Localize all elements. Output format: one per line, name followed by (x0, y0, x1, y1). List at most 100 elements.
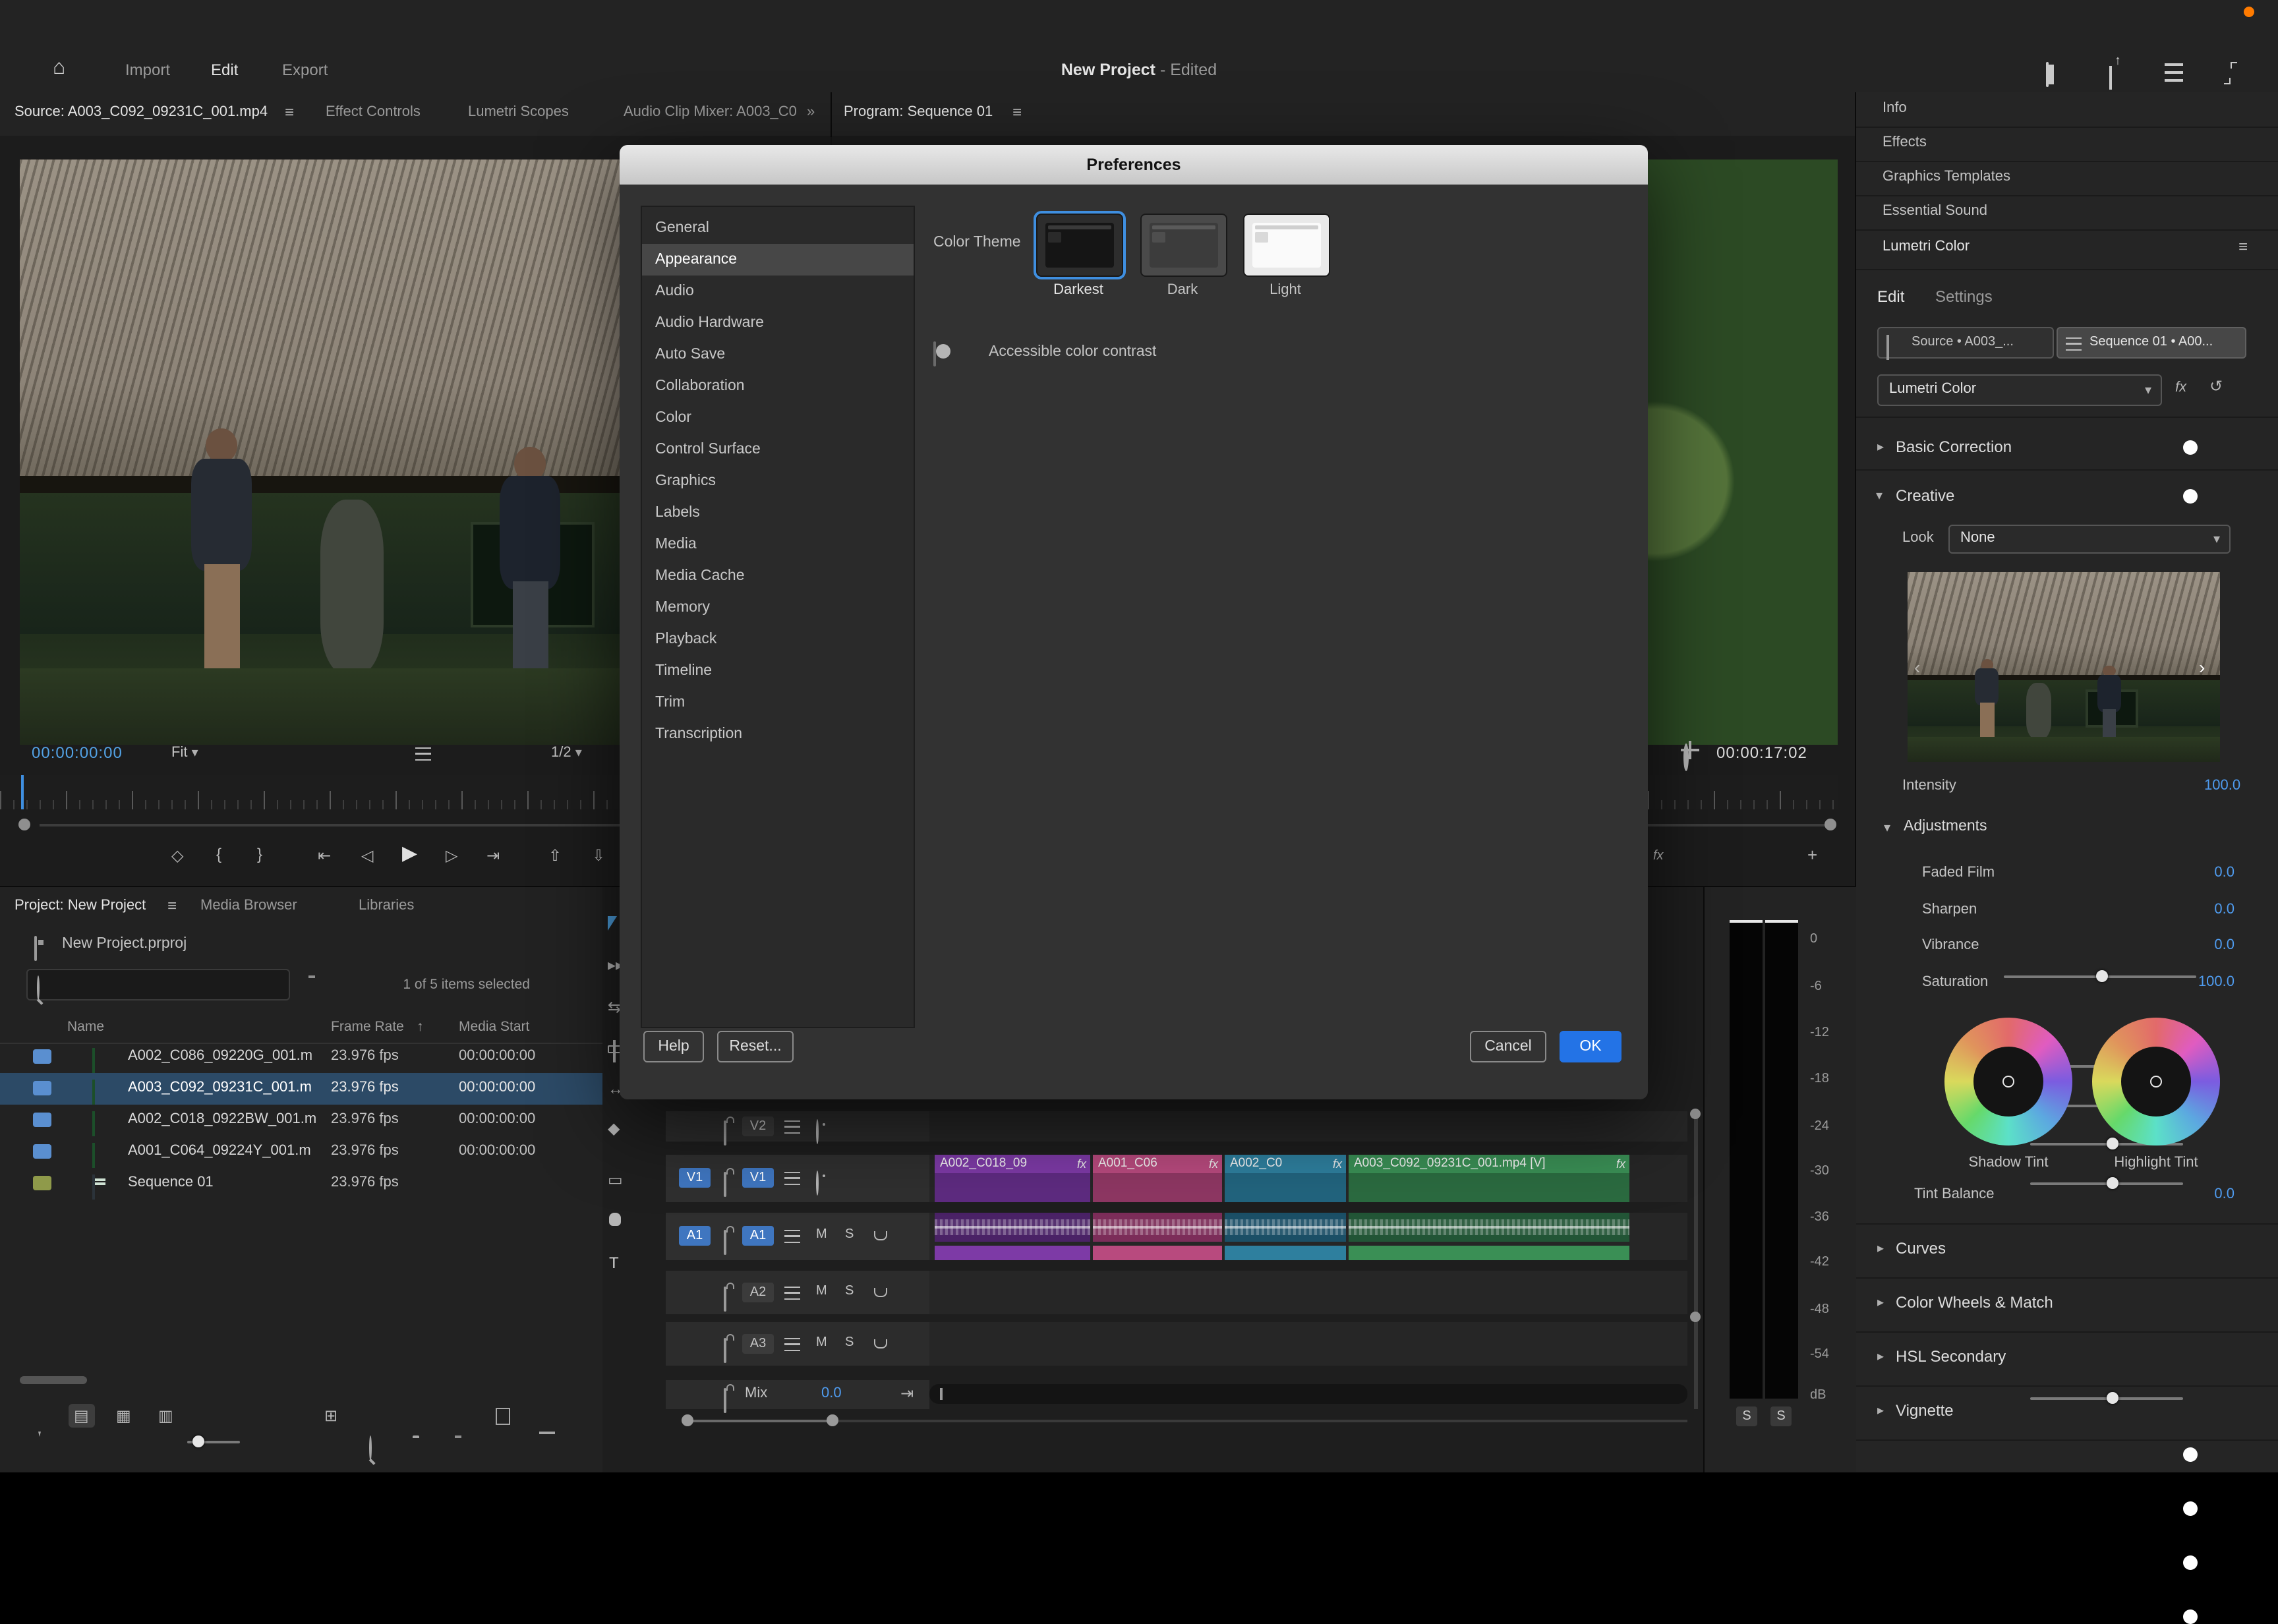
col-name[interactable]: Name (67, 1019, 104, 1035)
lane-v2[interactable] (929, 1111, 1687, 1142)
timeline-v-scrollbar[interactable] (1694, 1111, 1698, 1409)
project-tab-menu-icon[interactable]: ≡ (167, 898, 177, 914)
lumetri-tab-settings[interactable]: Settings (1935, 287, 1993, 306)
source-tab-menu-icon[interactable]: ≡ (285, 104, 294, 120)
lane-a3[interactable] (929, 1322, 1687, 1366)
pref-category-color[interactable]: Color (642, 402, 914, 434)
add-marker-icon[interactable]: ◇ (171, 848, 183, 863)
chevron-right-icon[interactable]: ▸ (1877, 1296, 1884, 1310)
go-to-out-icon[interactable]: ⇥ (486, 848, 500, 863)
accessible-contrast-toggle[interactable] (933, 341, 936, 366)
intensity-slider[interactable] (2004, 975, 2196, 978)
chevron-down-icon[interactable]: ▾ (1884, 821, 1890, 836)
timeline-clip-video[interactable]: A001_C06fx (1093, 1155, 1222, 1202)
pref-category-transcription[interactable]: Transcription (642, 718, 914, 750)
pref-category-media-cache[interactable]: Media Cache (642, 560, 914, 592)
pref-category-audio[interactable]: Audio (642, 276, 914, 307)
mix-end-icon[interactable]: ⇥ (900, 1385, 914, 1401)
pref-category-memory[interactable]: Memory (642, 592, 914, 624)
track-visibility-icon[interactable] (816, 1119, 819, 1144)
icon-view-icon[interactable]: ▦ (116, 1408, 131, 1424)
label-color-chip[interactable] (33, 1113, 51, 1127)
quick-export-icon[interactable] (2109, 66, 2112, 90)
timeline-v-scroll-handle[interactable] (1690, 1109, 1701, 1119)
workspace-icon[interactable] (2046, 62, 2049, 87)
timeline-clip-audio[interactable] (1093, 1213, 1222, 1242)
lane-a1[interactable] (929, 1213, 1687, 1260)
track-settings-icon[interactable] (784, 1230, 800, 1243)
tint-balance-slider[interactable] (2030, 1397, 2183, 1400)
highlight-tint-wheel[interactable] (2092, 1018, 2220, 1146)
tab-lumetri-scopes[interactable]: Lumetri Scopes (468, 104, 569, 120)
pref-category-auto-save[interactable]: Auto Save (642, 339, 914, 370)
source-timecode[interactable]: 00:00:00:00 (32, 743, 123, 762)
bin-row[interactable]: A001_C064_09224Y_001.m 23.976 fps 00:00:… (0, 1136, 602, 1168)
section-vignette[interactable]: Vignette (1896, 1401, 1954, 1420)
source-zoom-dropdown[interactable]: Fit ▾ (171, 745, 198, 761)
cancel-button[interactable]: Cancel (1470, 1031, 1546, 1062)
theme-darkest-thumbnail[interactable] (1036, 214, 1123, 277)
zoom-slider[interactable] (187, 1441, 240, 1443)
source-resolution-dropdown[interactable]: 1/2 ▾ (551, 745, 582, 761)
timeline-clip-video[interactable]: A003_C092_09231C_001.mp4 [V]fx (1349, 1155, 1629, 1202)
saturation-value[interactable]: 100.0 (2192, 974, 2234, 990)
lumetri-panel-menu-icon[interactable]: ≡ (2238, 239, 2248, 254)
look-preview-image[interactable] (1908, 572, 2220, 762)
play-button[interactable]: ▶ (402, 844, 417, 863)
timeline-clip-video[interactable]: A002_C0fx (1225, 1155, 1346, 1202)
track-header-a2[interactable]: A2 M S (666, 1271, 929, 1314)
lift-icon[interactable]: ⇧ (548, 848, 562, 863)
tab-source[interactable]: Source: A003_C092_09231C_001.mp4 (15, 104, 268, 120)
pen-tool-icon[interactable]: ◆ (608, 1120, 620, 1136)
tab-effect-controls[interactable]: Effect Controls (326, 104, 421, 120)
track-badge-a1[interactable]: A1 (742, 1226, 774, 1246)
pref-category-audio-hardware[interactable]: Audio Hardware (642, 307, 914, 339)
timeline-clip-audio[interactable] (1349, 1213, 1629, 1242)
mark-in-icon[interactable]: { (216, 846, 221, 862)
look-dropdown[interactable]: None ▾ (1948, 525, 2231, 554)
track-badge-v2[interactable]: V2 (742, 1116, 774, 1136)
pref-category-general[interactable]: General (642, 212, 914, 244)
source-playhead[interactable] (21, 775, 24, 809)
pref-category-playback[interactable]: Playback (642, 624, 914, 655)
go-to-in-icon[interactable]: ⇤ (318, 848, 331, 863)
track-header-v1[interactable]: V1 V1 (666, 1155, 929, 1202)
chevron-right-icon[interactable]: ▸ (1877, 1350, 1884, 1364)
lock-icon[interactable] (724, 1388, 726, 1413)
new-item-icon[interactable] (496, 1408, 510, 1425)
timeline-clip-audio[interactable] (1225, 1213, 1346, 1242)
theme-light-thumbnail[interactable] (1243, 214, 1330, 277)
automate-to-sequence-icon[interactable]: ⊞ (324, 1408, 337, 1424)
panel-tab-graphics-templates[interactable]: Graphics Templates (1883, 169, 2010, 185)
solo-button[interactable]: S (845, 1227, 854, 1242)
source-patch-v1[interactable]: V1 (679, 1168, 711, 1188)
tab-audio-clip-mixer[interactable]: Audio Clip Mixer: A003_C0 (624, 104, 797, 120)
source-clip-button[interactable]: Source • A003_... (1877, 327, 2054, 359)
label-color-chip[interactable] (33, 1176, 51, 1190)
drag-audio-icon[interactable] (415, 747, 431, 761)
pref-category-graphics[interactable]: Graphics (642, 465, 914, 497)
timeline-h-scroll-handle[interactable] (827, 1414, 838, 1426)
panel-tab-lumetri-color[interactable]: Lumetri Color (1883, 239, 1970, 254)
tab-overflow-icon[interactable]: » (807, 104, 815, 120)
panel-tab-essential-sound[interactable]: Essential Sound (1883, 203, 1987, 219)
lane-a2[interactable] (929, 1271, 1687, 1314)
saturation-slider[interactable] (2030, 1182, 2183, 1185)
solo-right-button[interactable]: S (1770, 1406, 1792, 1426)
shadow-tint-wheel[interactable] (1944, 1018, 2072, 1146)
hand-tool-icon[interactable] (609, 1213, 621, 1226)
bin-row[interactable]: A002_C086_09220G_001.m 23.976 fps 00:00:… (0, 1041, 602, 1073)
bin-h-scrollbar[interactable] (20, 1376, 87, 1384)
tab-program[interactable]: Program: Sequence 01 (844, 104, 993, 120)
track-badge-a2[interactable]: A2 (742, 1283, 774, 1302)
section-hsl-secondary[interactable]: HSL Secondary (1896, 1347, 2006, 1366)
mark-out-icon[interactable]: } (257, 846, 262, 862)
source-scrollbar-handle[interactable] (18, 819, 30, 830)
mute-button[interactable]: M (816, 1227, 827, 1242)
source-patch-a1[interactable]: A1 (679, 1226, 711, 1246)
pref-category-labels[interactable]: Labels (642, 497, 914, 529)
project-file-name[interactable]: New Project.prproj (62, 936, 187, 952)
pref-category-trim[interactable]: Trim (642, 687, 914, 718)
program-scrollbar-handle[interactable] (1825, 819, 1836, 830)
lock-icon[interactable] (724, 1338, 726, 1363)
